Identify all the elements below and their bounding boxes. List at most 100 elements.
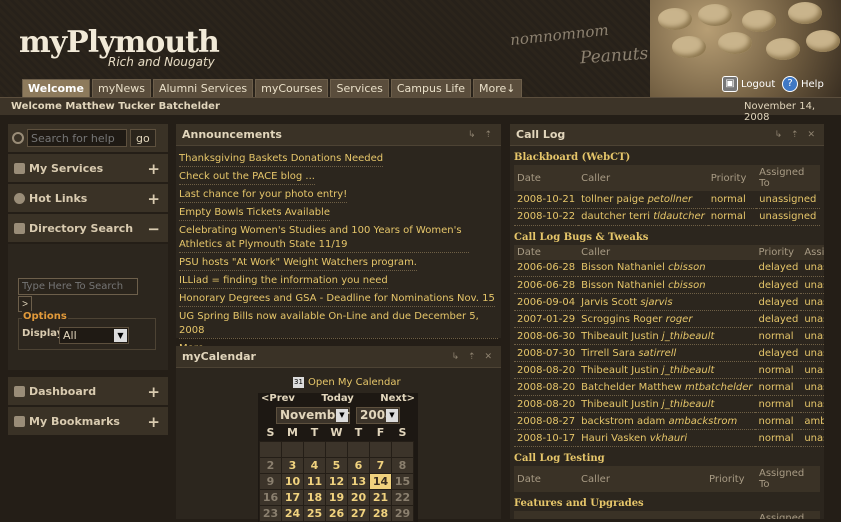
calendar-day[interactable]: 11	[303, 472, 326, 490]
table-row[interactable]: 2008-08-20 Thibeault Justin j_thibeault no…	[514, 395, 824, 413]
next-month-button[interactable]: Next>	[380, 393, 415, 405]
open-calendar-link[interactable]: 31 Open My Calendar	[293, 377, 401, 388]
table-row[interactable]: 2008-06-30 Thibeault Justin j_thibeault no…	[514, 327, 824, 345]
calendar-day[interactable]: 22	[391, 488, 414, 506]
announcement-link[interactable]: Empty Bowls Tickets Available	[179, 206, 330, 221]
expand-icon[interactable]: +	[147, 383, 160, 401]
table-row[interactable]: 2008-10-22 dautcher terri tldautcher norma…	[514, 208, 820, 226]
tab-campus-life[interactable]: Campus Life	[390, 79, 472, 97]
table-row[interactable]: 2008-07-30 Tirrell Sara satirrell delayed u…	[514, 344, 824, 362]
announcement-link[interactable]: PSU hosts "At Work" Weight Watchers prog…	[179, 256, 417, 271]
call-log-section-title[interactable]: Call Log Bugs & Tweaks	[514, 232, 820, 243]
sidebar-item-hot-links[interactable]: Hot Links +	[8, 184, 168, 214]
table-row[interactable]: 2007-01-29 Scroggins Roger roger delayed un…	[514, 310, 824, 328]
call-log-section-title[interactable]: Call Log Testing	[514, 453, 820, 464]
column-header[interactable]: Priority	[707, 165, 757, 191]
column-header[interactable]: Assigned To	[756, 511, 820, 519]
announcement-link[interactable]: ILLiad = finding the information you nee…	[179, 274, 388, 289]
sidebar-item-directory-search[interactable]: Directory Search −	[8, 214, 168, 244]
expand-icon[interactable]: +	[147, 160, 160, 178]
calendar-day[interactable]: 3	[281, 456, 304, 474]
calendar-day[interactable]: 15	[391, 472, 414, 490]
call-date: 2008-08-27	[514, 412, 579, 430]
help-button[interactable]: ? Help	[782, 76, 824, 92]
tab-alumni-services[interactable]: Alumni Services	[152, 79, 254, 97]
help-search-input[interactable]	[27, 129, 127, 147]
column-header[interactable]: Caller	[578, 511, 706, 519]
column-header[interactable]: Caller	[578, 466, 706, 492]
column-header[interactable]: Assigned To	[801, 244, 824, 260]
calendar-day[interactable]: 6	[347, 456, 370, 474]
column-header[interactable]: Caller	[578, 165, 708, 191]
directory-search-input[interactable]	[18, 278, 138, 295]
calendar-day[interactable]: 10	[281, 472, 304, 490]
calendar-day[interactable]: 7	[369, 456, 392, 474]
panel-controls-icon[interactable]: ↳ ⇡	[468, 130, 495, 140]
column-header[interactable]: Date	[514, 244, 579, 260]
column-header[interactable]: Date	[514, 165, 579, 191]
table-row[interactable]: 2008-10-21 tollner paige petollner normal u…	[514, 191, 820, 209]
calendar-day[interactable]: 16	[259, 488, 282, 506]
sidebar-item-my-services[interactable]: My Services +	[8, 154, 168, 184]
calendar-day[interactable]: 4	[303, 456, 326, 474]
column-header[interactable]: Assigned To	[756, 466, 820, 492]
table-row[interactable]: 2008-08-27 backstrom adam ambackstrom norm…	[514, 412, 824, 430]
announcement-link[interactable]: Check out the PACE blog ...	[179, 170, 315, 185]
calendar-day[interactable]: 13	[347, 472, 370, 490]
calendar-day[interactable]: 12	[325, 472, 348, 490]
calendar-day-today[interactable]: 14	[369, 472, 392, 490]
calendar-day[interactable]: 18	[303, 488, 326, 506]
call-log-section-title[interactable]: Features and Upgrades	[514, 498, 820, 509]
calendar-day[interactable]: 17	[281, 488, 304, 506]
column-header[interactable]: Priority	[755, 244, 802, 260]
prev-month-button[interactable]: <Prev	[261, 393, 295, 405]
column-header[interactable]: Date	[514, 511, 578, 519]
column-header[interactable]: Priority	[706, 511, 756, 519]
column-header[interactable]: Assigned To	[756, 165, 820, 191]
table-row[interactable]: 2006-09-04 Jarvis Scott sjarvis delayed una…	[514, 293, 824, 311]
call-log-table: DateCallerPriorityAssigned To	[514, 466, 820, 492]
collapse-icon[interactable]: −	[147, 220, 160, 238]
calendar-day[interactable]: 2	[259, 456, 282, 474]
column-header[interactable]: Caller	[578, 244, 756, 260]
today-button[interactable]: Today	[321, 393, 353, 405]
panel-controls-icon[interactable]: ↳ ⇡ ✕	[775, 130, 818, 140]
announcement-link[interactable]: UG Spring Bills now available On-Line an…	[179, 310, 498, 339]
announcement-link[interactable]: Celebrating Women's Studies and 100 Year…	[179, 224, 469, 253]
tab-welcome[interactable]: Welcome	[22, 79, 90, 97]
table-row[interactable]: 2006-06-28 Bisson Nathaniel cbisson delaye…	[514, 259, 824, 277]
column-header[interactable]: Date	[514, 466, 578, 492]
panel-controls-icon[interactable]: ↳ ⇡ ✕	[452, 352, 495, 362]
tab-mycourses[interactable]: myCourses	[255, 79, 329, 97]
table-row[interactable]: 2008-08-20 Thibeault Justin j_thibeault no…	[514, 361, 824, 379]
table-row[interactable]: 2006-06-28 Bisson Nathaniel cbisson delaye…	[514, 276, 824, 294]
announcement-link[interactable]: Honorary Degrees and GSA - Deadline for …	[179, 292, 495, 307]
expand-icon[interactable]: +	[147, 190, 160, 208]
dashboard-icon	[14, 385, 25, 397]
expand-icon[interactable]: +	[147, 413, 160, 431]
calendar-day[interactable]: 19	[325, 488, 348, 506]
column-header[interactable]: Priority	[706, 466, 756, 492]
call-log-section-title[interactable]: Blackboard (WebCT)	[514, 152, 820, 163]
calendar-day[interactable]: 5	[325, 456, 348, 474]
calendar-day[interactable]: 8	[391, 456, 414, 474]
tab-mynews[interactable]: myNews	[91, 79, 151, 97]
directory-search-go-button[interactable]: >	[18, 296, 32, 312]
sidebar-item-my-bookmarks[interactable]: My Bookmarks +	[8, 407, 168, 437]
calendar-day[interactable]: 20	[347, 488, 370, 506]
tab-more[interactable]: More↓	[473, 79, 522, 97]
table-row[interactable]: 2008-10-17Hauri Vasken vkhaurinormalunas…	[514, 429, 824, 447]
announcement-link[interactable]: Last chance for your photo entry!	[179, 188, 348, 203]
year-select[interactable]: 2008 ▼	[356, 407, 400, 424]
sidebar-item-dashboard[interactable]: Dashboard +	[8, 377, 168, 407]
announcement-link[interactable]: Thanksgiving Baskets Donations Needed	[179, 152, 384, 167]
table-row[interactable]: 2008-08-20 Batchelder Matthew mtbatchelde…	[514, 378, 824, 396]
month-select[interactable]: November ▼	[276, 407, 350, 424]
calendar-day[interactable]: 9	[259, 472, 282, 490]
call-priority: normal	[755, 429, 802, 447]
logout-button[interactable]: ▣ Logout	[722, 76, 775, 92]
calendar-day[interactable]: 21	[369, 488, 392, 506]
display-select[interactable]: All ▼	[59, 327, 129, 344]
tab-services[interactable]: Services	[330, 79, 389, 97]
help-search-go-button[interactable]: go	[130, 129, 156, 147]
